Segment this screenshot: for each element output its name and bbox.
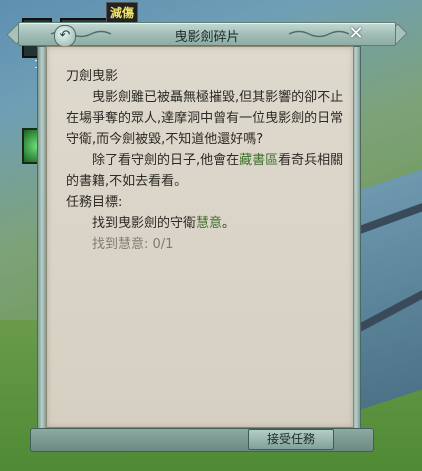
quest-description: 曳影劍雖已被聶無極摧毀,但其影響的卻不止在場爭奪的眾人,達摩洞中曾有一位曳影劍的… bbox=[66, 90, 344, 147]
back-icon[interactable]: ↶ bbox=[54, 25, 76, 47]
accept-quest-button[interactable]: 接受任務 bbox=[248, 429, 334, 450]
close-icon[interactable]: ✕ bbox=[346, 24, 366, 44]
quest-dialog: 曳影劍碎片 ↶ ✕ 刀劍曳影 曳影劍雖已被聶無極摧毀,但其影響的卻不止在場爭奪的… bbox=[6, 18, 410, 466]
quest-description-2: 除了看守劍的日子,他會在藏書區看奇兵相關的書籍,不如去看看。 bbox=[66, 150, 346, 192]
description-text: 除了看守劍的日子,他會在 bbox=[92, 153, 240, 168]
npc-link[interactable]: 慧意 bbox=[196, 216, 222, 231]
goal-text: 找到曳影劍的守衛 bbox=[92, 216, 197, 231]
goal-end: 。 bbox=[222, 216, 236, 231]
location-link[interactable]: 藏書區 bbox=[239, 153, 278, 168]
goal-line: 找到曳影劍的守衛慧意。 bbox=[66, 213, 346, 234]
quest-content: 刀劍曳影 曳影劍雖已被聶無極摧毀,但其影響的卻不止在場爭奪的眾人,達摩洞中曾有一… bbox=[66, 66, 346, 255]
quest-name: 刀劍曳影 bbox=[66, 69, 119, 84]
goal-heading: 任務目標: bbox=[66, 195, 123, 210]
goal-progress: 找到慧意: 0/1 bbox=[92, 237, 174, 252]
